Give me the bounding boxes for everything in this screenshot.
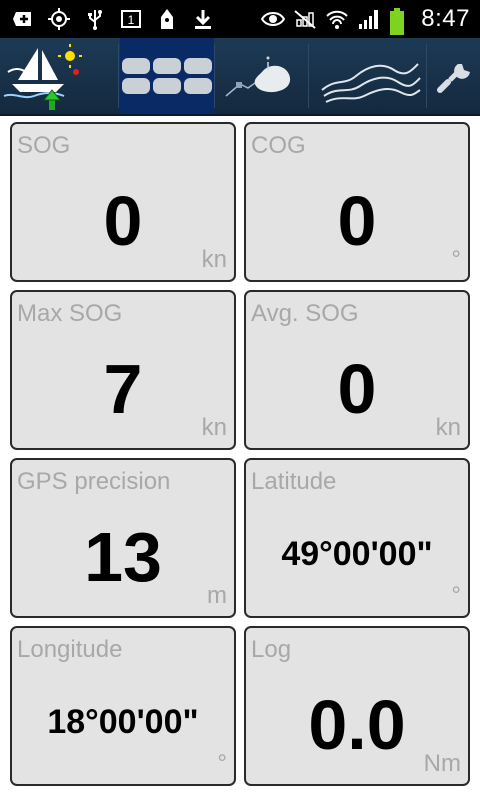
- status-bar-system: 8:47: [261, 4, 470, 35]
- tile-value: 49°00'00": [281, 535, 433, 573]
- download-icon: [192, 8, 214, 30]
- toolbar-separator: [214, 44, 215, 108]
- tile-label: Log: [251, 636, 292, 663]
- tile-unit: kn: [201, 246, 227, 273]
- dashboard-grid-icon: [122, 58, 212, 94]
- tile-log[interactable]: Log 0.0 Nm: [244, 626, 470, 786]
- tile-label: COG: [251, 132, 306, 159]
- tile-max-sog[interactable]: Max SOG 7 kn: [10, 290, 236, 450]
- tile-value: 13: [84, 518, 162, 596]
- toolbar-separator: [308, 44, 309, 108]
- tile-longitude[interactable]: Longitude 18°00'00" °: [10, 626, 236, 786]
- map-icon: [225, 56, 291, 97]
- tile-sog[interactable]: SOG 0 kn: [10, 122, 236, 282]
- tile-label: Avg. SOG: [251, 300, 359, 327]
- status-bar-notifications: 1: [12, 5, 214, 33]
- app-toolbar: [0, 38, 480, 116]
- sailboat-logo-button[interactable]: [0, 38, 118, 114]
- sim-icon: 1: [120, 8, 142, 30]
- tile-unit: °: [451, 582, 461, 609]
- wifi-icon: [325, 8, 348, 30]
- tile-cog[interactable]: COG 0 °: [244, 122, 470, 282]
- usb-icon: [84, 8, 106, 30]
- settings-tab-button[interactable]: [428, 38, 480, 114]
- tile-latitude[interactable]: Latitude 49°00'00" °: [244, 458, 470, 618]
- tile-unit: °: [217, 750, 227, 777]
- tile-unit: m: [207, 582, 227, 609]
- map-tab-button[interactable]: [216, 38, 308, 114]
- signal-mute-icon: [293, 8, 316, 30]
- tile-label: GPS precision: [17, 468, 171, 495]
- clock: 8:47: [421, 5, 470, 32]
- sailboat-logo-icon: [3, 44, 82, 110]
- tile-avg-sog[interactable]: Avg. SOG 0 kn: [244, 290, 470, 450]
- status-bar: 1 8:47: [0, 0, 480, 38]
- gps-icon: [48, 8, 70, 30]
- instrument-grid: SOG 0 kn COG 0 ° Max SOG 7 kn Avg. SOG 0…: [10, 122, 472, 786]
- tile-label: SOG: [17, 132, 71, 159]
- tile-label: Longitude: [17, 636, 123, 663]
- track-tab-button[interactable]: [310, 38, 426, 114]
- track-waves-icon: [321, 63, 421, 103]
- wrench-icon: [437, 64, 470, 93]
- tile-unit: kn: [435, 414, 461, 441]
- tile-gps-precision[interactable]: GPS precision 13 m: [10, 458, 236, 618]
- tile-unit: kn: [201, 414, 227, 441]
- tile-value: 0: [337, 182, 377, 260]
- plus-notification-icon: [12, 8, 34, 30]
- tile-unit: Nm: [423, 750, 461, 777]
- dashboard-tab-button[interactable]: [120, 38, 214, 114]
- cell-signal-icon: [357, 8, 379, 30]
- tile-label: Max SOG: [17, 300, 123, 327]
- tile-unit: °: [451, 246, 461, 273]
- eye-icon: [261, 8, 286, 30]
- toolbar-separator: [118, 44, 119, 108]
- toolbar-separator: [426, 44, 427, 108]
- tile-label: Latitude: [251, 468, 337, 495]
- tile-value: 18°00'00": [47, 703, 199, 741]
- svg-text:1: 1: [128, 13, 135, 27]
- battery-icon: [389, 8, 411, 35]
- boat-notification-icon: [156, 8, 178, 30]
